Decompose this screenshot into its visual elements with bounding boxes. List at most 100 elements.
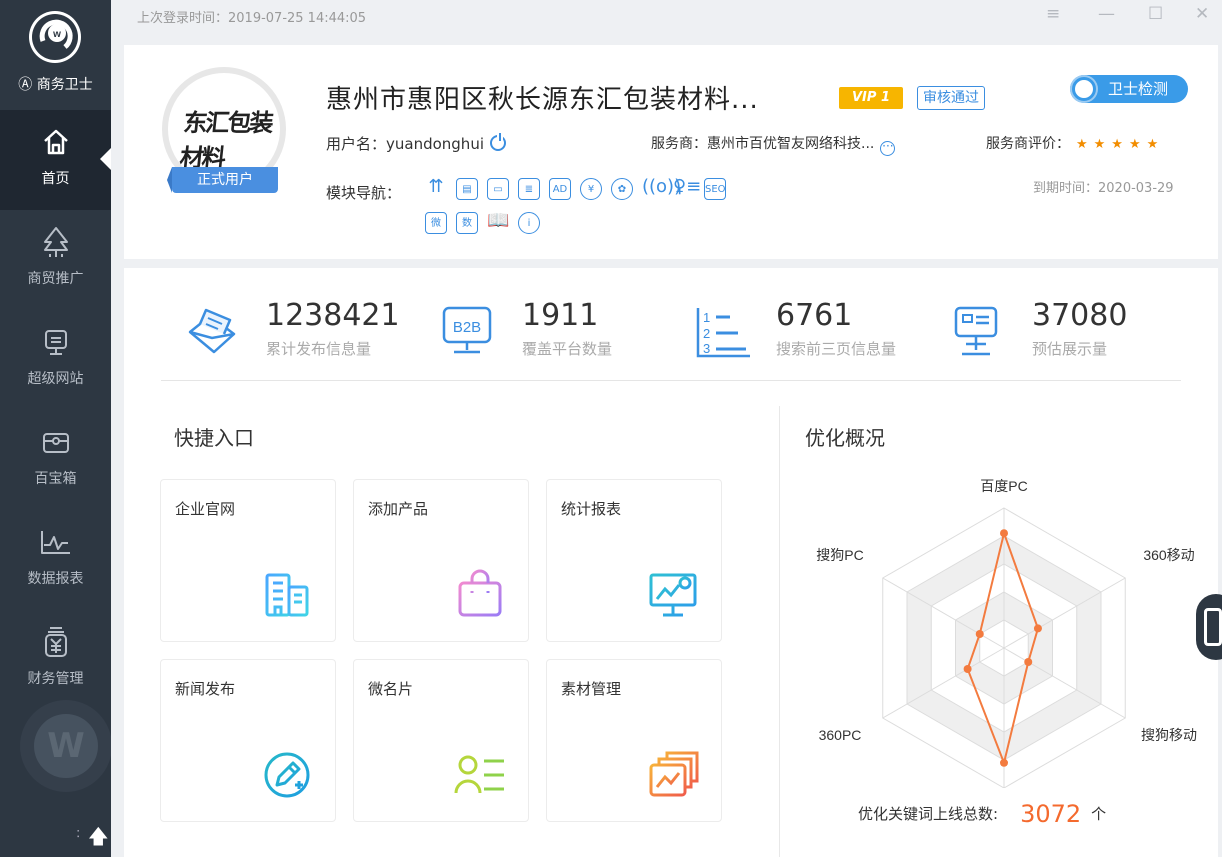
radar-axis-label: 360移动 [1143,547,1194,563]
sidebar-item-toolbox[interactable]: 百宝箱 [0,410,111,510]
ranking-list-icon: 1 2 3 [696,308,750,358]
svg-text:w: w [52,29,61,40]
edit-pen-icon [264,752,310,798]
tile-material-manage[interactable]: 素材管理 [546,659,722,822]
material-stack-icon [649,751,699,797]
tile-label: 添加产品 [368,500,429,518]
watermark-w-icon: W [34,714,98,778]
stat-value: 1911 [522,298,599,333]
building-icon [265,573,309,617]
float-panel-icon [1204,608,1222,646]
logout-power-icon[interactable] [490,133,506,151]
module-nav-icon[interactable]: ▭ [487,178,509,200]
radar-axis-label: 搜狗移动 [1141,727,1197,743]
b2b-monitor-icon: B2B [442,306,492,354]
stat-value: 1238421 [266,298,400,333]
vip-badge: VIP 1 [839,87,903,109]
module-nav-icon[interactable]: ▤ [456,178,478,200]
sidebar-item-trade[interactable]: 商贸推广 [0,210,111,310]
module-nav-icon[interactable]: ♀≡ [673,176,701,198]
radar-point [1033,624,1042,633]
stat-value: 6761 [776,298,853,333]
radar-axis-label: 百度PC [980,478,1027,494]
tile-label: 素材管理 [561,680,622,698]
sidebar-item-label: 百宝箱 [34,471,77,487]
total-unit: 个 [1091,805,1107,823]
radar-axis-label: 360PC [819,727,862,743]
module-nav-icon[interactable]: ≣ [518,178,540,200]
svg-text:B2B: B2B [453,319,481,336]
guard-check-button[interactable]: 卫士检测 [1070,75,1188,103]
module-nav-icon[interactable]: ¥ [580,178,602,200]
quick-entry-title: 快捷入口 [174,426,254,450]
tile-news-publish[interactable]: 新闻发布 [160,659,336,822]
sidebar-item-website[interactable]: 超级网站 [0,310,111,410]
sidebar-item-label: 财务管理 [27,671,84,687]
stat-label: 搜索前三页信息量 [776,340,897,358]
last-login-time: 上次登录时间：2019-07-25 14:44:05 [137,11,367,26]
speedometer-icon [1072,77,1096,101]
optimize-title: 优化概况 [805,426,885,450]
module-nav-icon[interactable]: AD [549,178,571,200]
module-nav-icon[interactable]: ((o)) [642,176,681,198]
username: 用户名：yuandonghui [326,133,506,154]
brand-name: Ⓐ 商务卫士 [18,77,93,93]
module-nav-icon[interactable]: 微 [425,212,447,234]
provider-more-icon[interactable]: ··· [880,140,896,156]
radar-point [1000,529,1008,538]
sidebar-item-label: 商贸推广 [27,271,84,287]
shopping-bag-icon [458,569,502,617]
section-divider [779,406,780,857]
tile-micro-card[interactable]: 微名片 [353,659,529,822]
module-nav-icon[interactable]: ✿ [611,178,633,200]
module-nav-icon[interactable]: i [518,212,540,234]
floating-service-button[interactable] [1196,594,1222,660]
stat-label: 覆盖平台数量 [522,340,613,358]
optimize-total: 优化关键词上线总数: 3072 个 [858,800,1106,828]
brand-mark-icon: Ⓐ [18,77,37,93]
title-bar: 上次登录时间：2019-07-25 14:44:05 ≡ — ☐ ✕ [111,0,1222,36]
yuan-icon [38,624,74,660]
tile-label: 统计报表 [561,500,622,518]
tile-company-site[interactable]: 企业官网 [160,479,336,642]
sidebar: w Ⓐ 商务卫士 首页 商贸推广 超级网站 百宝箱 数据报表 财务管理 W ⠅ … [0,0,111,857]
radar-point [1000,758,1008,767]
user-type-badge: 正式用户 [167,167,278,193]
username-text: 用户名：yuandonghui [326,135,484,153]
maximize-icon[interactable]: ☐ [1148,4,1163,24]
menu-icon[interactable]: ≡ [1046,4,1060,24]
optimize-radar-chart: 百度PC360移动搜狗移动百度移动360PC搜狗PC [804,468,1204,819]
module-nav-icon[interactable]: 📖 [487,210,509,232]
rating-stars: ★★★★★ [1076,137,1165,152]
module-nav-icon[interactable]: 数 [456,212,478,234]
svg-text:1: 1 [703,310,710,325]
scroll-top-icon[interactable]: 🡅 [88,822,109,856]
expire-date: 到期时间：2020-03-29 [1033,181,1174,196]
sidebar-item-label: 首页 [41,171,70,187]
sidebar-item-home[interactable]: 首页 [0,110,111,210]
provider-rating: 服务商评价： ★★★★★ [986,133,1164,153]
close-icon[interactable]: ✕ [1195,4,1209,24]
sidebar-item-finance[interactable]: 财务管理 [0,610,111,710]
tile-add-product[interactable]: 添加产品 [353,479,529,642]
minimize-icon[interactable]: — [1098,4,1115,24]
sidebar-item-label: 超级网站 [27,371,84,387]
presentation-chart-icon [649,573,697,617]
avatar-logo-text: 东汇包装材料 [178,108,274,172]
module-nav-icon[interactable]: SEO [704,178,726,200]
display-screen-icon [954,306,998,356]
radar-point [1024,658,1033,666]
tile-label: 微名片 [368,680,414,698]
sidebar-item-reports[interactable]: 数据报表 [0,510,111,610]
module-nav-icon[interactable]: ⇈ [425,176,447,198]
active-indicator [100,148,111,170]
tile-label: 新闻发布 [175,680,236,698]
tile-stats-report[interactable]: 统计报表 [546,479,722,642]
radar-point [975,630,984,638]
svg-text:3: 3 [703,341,710,356]
account-header: 东汇包装材料 正式用户 惠州市惠阳区秋长源东汇包装材料... VIP 1 审核通… [124,45,1218,259]
sidebar-item-label: 数据报表 [27,571,84,587]
stat-value: 37080 [1032,298,1128,333]
dashboard-main: 1238421 累计发布信息量 B2B 1911 覆盖平台数量 1 2 3 67… [124,268,1218,857]
radar-axis-label: 搜狗PC [816,547,863,563]
